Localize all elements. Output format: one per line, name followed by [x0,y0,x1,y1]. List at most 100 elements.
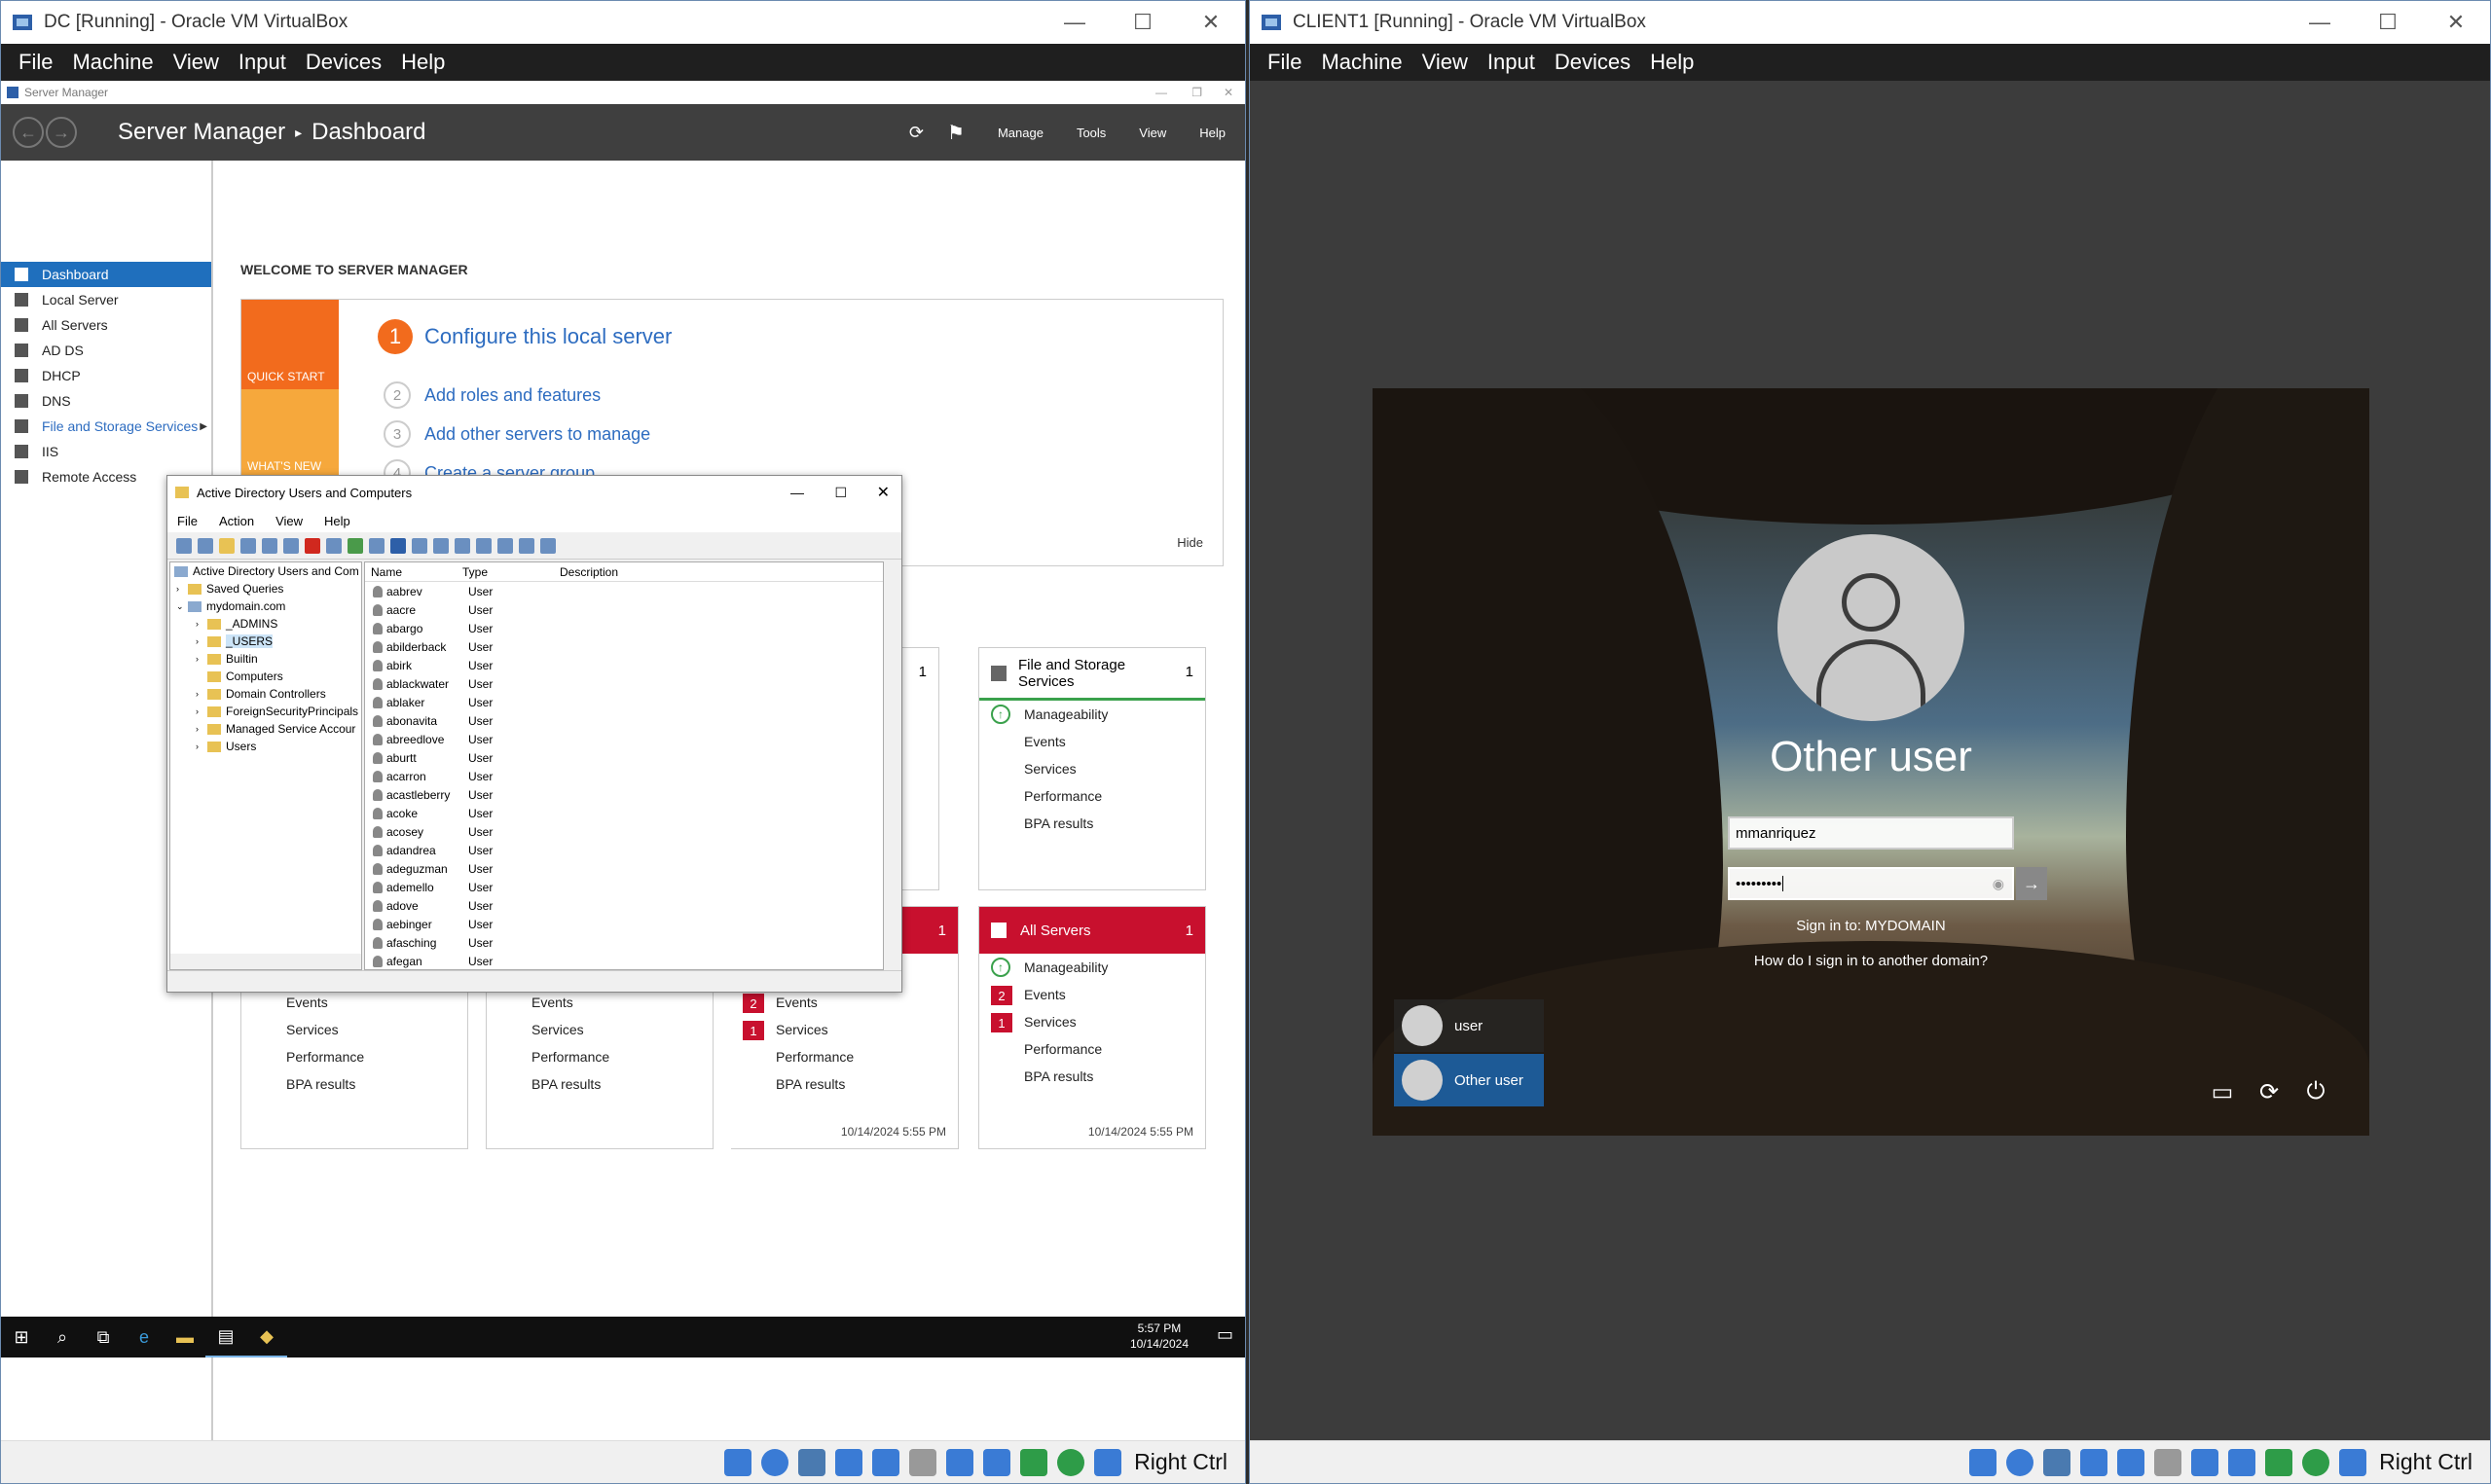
column-description[interactable]: Description [560,565,696,579]
table-row[interactable]: abonavita User [365,711,883,730]
tree-item[interactable]: › Domain Controllers [170,685,361,703]
column-name[interactable]: Name [365,565,462,579]
sidebar-item-all-servers[interactable]: All Servers [1,312,211,338]
hdd-icon[interactable] [724,1448,752,1476]
usb-icon[interactable] [2117,1448,2145,1476]
username-field[interactable]: mmanriquez [1728,816,2014,850]
maximize-button[interactable]: ☐ [1109,1,1177,44]
shared-folders-icon[interactable] [2154,1448,2182,1476]
copy-icon[interactable] [283,537,299,554]
reveal-password-icon[interactable]: ◉ [1993,876,2004,892]
header-help[interactable]: Help [1199,126,1226,140]
menu-help[interactable]: Help [1650,50,1694,75]
list-vscrollbar[interactable] [884,561,899,970]
display-icon[interactable] [946,1448,974,1476]
collapse-icon[interactable]: ⌄ [176,601,188,612]
tile-row[interactable]: ↑ Manageability [979,701,1205,728]
tree-root[interactable]: Active Directory Users and Com [170,562,361,580]
tile-row[interactable]: ↑ Manageability [979,954,1205,981]
delete-icon[interactable] [305,537,320,554]
tile-row[interactable]: 1 Services [731,1016,958,1043]
close-button[interactable]: ✕ [2422,1,2490,44]
table-row[interactable]: abilderback User [365,637,883,656]
menu-help[interactable]: Help [401,50,445,75]
tile-row[interactable]: Events [241,989,467,1016]
shared-folders-icon[interactable] [909,1448,937,1476]
table-row[interactable]: afasching User [365,933,883,952]
tree-item[interactable]: › ForeignSecurityPrincipals [170,703,361,720]
show-tree-icon[interactable] [240,537,256,554]
new-group-icon[interactable] [455,537,470,554]
tile-row[interactable]: 2 Events [731,989,958,1016]
column-type[interactable]: Type [462,565,560,579]
tree-item[interactable]: ⌄ mydomain.com [170,597,361,615]
step-add-servers[interactable]: 3 Add other servers to manage [384,420,650,448]
table-row[interactable]: adeguzman User [365,859,883,878]
mouse-integration-icon[interactable] [2302,1448,2330,1476]
expand-icon[interactable]: › [196,619,207,629]
view-icon[interactable] [412,537,427,554]
menu-devices[interactable]: Devices [1555,50,1630,75]
tile-row[interactable]: Services [979,755,1205,782]
menu-file[interactable]: File [18,50,53,75]
user-tile-user[interactable]: user [1394,999,1544,1052]
tile-row[interactable]: Performance [979,782,1205,810]
menu-view[interactable]: View [1422,50,1468,75]
tree-item[interactable]: › Saved Queries [170,580,361,597]
close-button[interactable]: ✕ [1177,1,1245,44]
maximize-button[interactable]: ☐ [2354,1,2422,44]
notifications-flag-icon[interactable]: ⚑ [947,121,965,145]
table-row[interactable]: aebinger User [365,915,883,933]
audio-icon[interactable] [2043,1448,2071,1476]
tree-item[interactable]: Computers [170,668,361,685]
table-row[interactable]: afegan User [365,952,883,969]
tile-row[interactable]: Performance [241,1043,467,1070]
minimize-button[interactable]: — [1041,1,1109,44]
aduc-close-icon[interactable]: ✕ [877,483,890,502]
table-row[interactable]: aburtt User [365,748,883,767]
submit-arrow-button[interactable]: → [2016,867,2047,900]
step-add-roles[interactable]: 2 Add roles and features [384,381,601,409]
refresh-icon[interactable]: ⟳ [909,123,924,143]
usb-icon[interactable] [872,1448,900,1476]
tree-item[interactable]: › _ADMINS [170,615,361,633]
tile-row[interactable]: Services [241,1016,467,1043]
display-icon[interactable] [2191,1448,2219,1476]
folder-up-icon[interactable] [219,537,235,554]
whats-new-tab[interactable]: WHAT'S NEW [241,389,339,479]
back-icon[interactable]: ← [13,117,44,148]
properties-icon[interactable] [326,537,342,554]
hdd-icon[interactable] [1969,1448,1997,1476]
sidebar-item-file-storage[interactable]: File and Storage Services ▶ [1,414,211,439]
network-icon[interactable] [835,1448,863,1476]
tile-header[interactable]: All Servers 1 [979,907,1205,954]
cut-icon[interactable] [262,537,277,554]
network-icon[interactable] [2080,1448,2108,1476]
table-row[interactable]: aacre User [365,600,883,619]
tile-row[interactable]: Performance [979,1035,1205,1063]
table-row[interactable]: adandrea User [365,841,883,859]
video-capture-icon[interactable] [2228,1448,2256,1476]
sidebar-item-dhcp[interactable]: DHCP [1,363,211,388]
tile-header[interactable]: File and Storage Services 1 [979,648,1205,701]
table-row[interactable]: abirk User [365,656,883,674]
table-row[interactable]: adove User [365,896,883,915]
tile-row[interactable]: BPA results [979,1063,1205,1090]
menu-input[interactable]: Input [1487,50,1535,75]
notification-icon[interactable]: ▭ [1217,1324,1233,1345]
aduc-menu-action[interactable]: Action [219,514,254,528]
accessibility-icon[interactable]: ⟳ [2254,1077,2284,1106]
keyboard-capture-icon[interactable] [1094,1448,1122,1476]
expand-icon[interactable]: › [196,636,207,646]
video-capture-icon[interactable] [983,1448,1011,1476]
task-view-icon[interactable]: ⧉ [83,1317,124,1357]
keyboard-capture-icon[interactable] [2339,1448,2367,1476]
quick-start-tab[interactable]: QUICK START [241,300,339,389]
cpu-icon[interactable] [2265,1448,2293,1476]
tile-row[interactable]: BPA results [731,1070,958,1098]
table-row[interactable]: ablackwater User [365,674,883,693]
password-field[interactable]: ••••••••• ◉ [1728,867,2014,900]
tile-row[interactable]: 2 Events [979,981,1205,1008]
table-row[interactable]: acoke User [365,804,883,822]
sidebar-item-local-server[interactable]: Local Server [1,287,211,312]
